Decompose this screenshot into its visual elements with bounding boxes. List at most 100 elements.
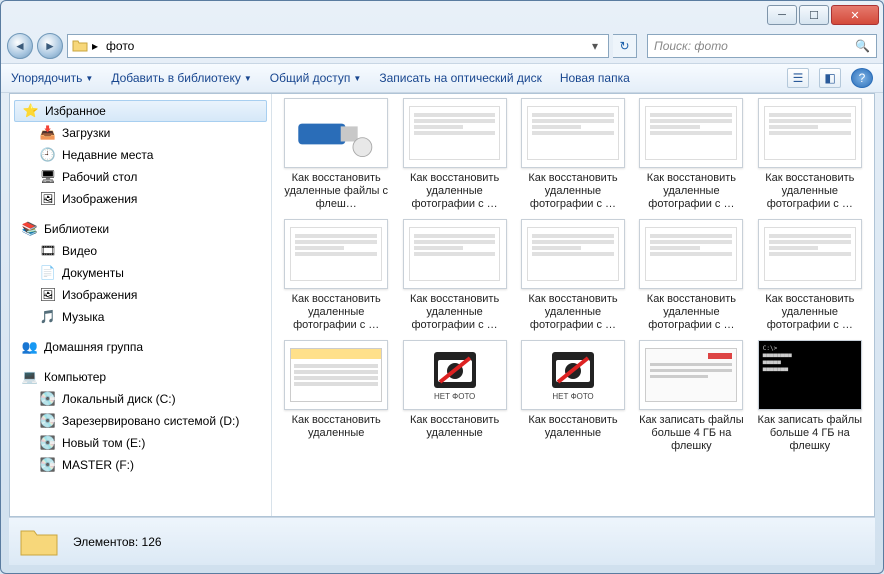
- file-thumbnail: C:\>■■■■■■■■■■■■■■■■■■■■: [758, 340, 862, 410]
- folder-icon: [19, 525, 59, 559]
- computer-icon: 💻: [22, 369, 38, 385]
- file-thumbnail: [403, 219, 507, 289]
- refresh-button[interactable]: ↻: [613, 34, 637, 58]
- file-label: Как записать файлы больше 4 ГБ на флешку: [754, 414, 866, 453]
- back-button[interactable]: ◄: [7, 33, 33, 59]
- status-bar: Элементов: 126: [9, 517, 875, 565]
- sidebar-item-music[interactable]: 🎵Музыка: [10, 306, 271, 328]
- breadcrumb-separator: ▸: [92, 39, 98, 53]
- new-folder-button[interactable]: Новая папка: [560, 71, 630, 85]
- file-thumbnail: [521, 219, 625, 289]
- status-text: Элементов: 126: [73, 535, 162, 549]
- sidebar-favorites[interactable]: ⭐ Избранное: [14, 100, 267, 122]
- file-label: Как восстановить удаленные: [399, 414, 511, 440]
- maximize-button[interactable]: ☐: [799, 5, 829, 25]
- file-item[interactable]: Как восстановить удаленные фотографии с …: [280, 219, 392, 332]
- view-icon: ☰: [793, 71, 804, 85]
- close-button[interactable]: ✕: [831, 5, 879, 25]
- file-label: Как восстановить удаленные: [517, 414, 629, 440]
- sidebar-item-drive-d[interactable]: 💽Зарезервировано системой (D:): [10, 410, 271, 432]
- file-thumbnail: [639, 219, 743, 289]
- file-list[interactable]: Как восстановить удаленные файлы с флеш……: [272, 94, 874, 516]
- file-label: Как восстановить удаленные фотографии с …: [635, 293, 747, 332]
- sidebar-homegroup[interactable]: 👥 Домашняя группа: [10, 336, 271, 358]
- help-button[interactable]: ?: [851, 68, 873, 88]
- file-item[interactable]: Как восстановить удаленные фотографии с …: [517, 219, 629, 332]
- file-thumbnail: [758, 98, 862, 168]
- file-label: Как восстановить удаленные файлы с флеш…: [280, 172, 392, 211]
- file-label: Как восстановить удаленные фотографии с …: [280, 293, 392, 332]
- sidebar-item-documents[interactable]: 📄Документы: [10, 262, 271, 284]
- sidebar-item-drive-f[interactable]: 💽MASTER (F:): [10, 454, 271, 476]
- file-item[interactable]: Как восстановить удаленные: [280, 340, 392, 453]
- file-item[interactable]: Как восстановить удаленные фотографии с …: [398, 98, 510, 211]
- search-placeholder: Поиск: фото: [654, 39, 728, 53]
- file-item[interactable]: Как восстановить удаленные фотографии с …: [754, 98, 866, 211]
- downloads-icon: 📥: [40, 125, 56, 141]
- pane-icon: ◧: [824, 71, 835, 85]
- help-icon: ?: [859, 71, 866, 85]
- libraries-group: 📚 Библиотеки 🎞Видео 📄Документы 🖼Изображе…: [10, 218, 271, 328]
- chevron-down-icon: ▼: [244, 74, 252, 83]
- file-item[interactable]: Как восстановить удаленные фотографии с …: [635, 98, 747, 211]
- file-label: Как восстановить удаленные фотографии с …: [635, 172, 747, 211]
- forward-button[interactable]: ►: [37, 33, 63, 59]
- breadcrumb[interactable]: фото: [102, 39, 138, 53]
- star-icon: ⭐: [23, 103, 39, 119]
- file-label: Как восстановить удаленные фотографии с …: [399, 293, 511, 332]
- view-options-button[interactable]: ☰: [787, 68, 809, 88]
- file-label: Как восстановить удаленные фотографии с …: [517, 293, 629, 332]
- video-icon: 🎞: [40, 243, 56, 259]
- file-label: Как восстановить удаленные фотографии с …: [399, 172, 511, 211]
- search-input[interactable]: Поиск: фото 🔍: [647, 34, 877, 58]
- file-thumbnail: [284, 98, 388, 168]
- file-item[interactable]: Как восстановить удаленные фотографии с …: [398, 219, 510, 332]
- music-icon: 🎵: [40, 309, 56, 325]
- libraries-icon: 📚: [22, 221, 38, 237]
- drive-icon: 💽: [40, 435, 56, 451]
- file-item[interactable]: Как восстановить удаленные фотографии с …: [517, 98, 629, 211]
- pictures-icon: 🖼: [40, 287, 56, 303]
- file-item[interactable]: НЕТ ФОТО Как восстановить удаленные: [517, 340, 629, 453]
- sidebar-item-videos[interactable]: 🎞Видео: [10, 240, 271, 262]
- file-label: Как восстановить удаленные: [280, 414, 392, 440]
- file-label: Как записать файлы больше 4 ГБ на флешку: [635, 414, 747, 453]
- preview-pane-button[interactable]: ◧: [819, 68, 841, 88]
- navigation-bar: ◄ ► ▸ фото ▾ ↻ Поиск: фото 🔍: [1, 29, 883, 63]
- sidebar-item-downloads[interactable]: 📥Загрузки: [10, 122, 271, 144]
- sidebar-item-recent[interactable]: 🕘Недавние места: [10, 144, 271, 166]
- drive-icon: 💽: [40, 457, 56, 473]
- homegroup-group: 👥 Домашняя группа: [10, 336, 271, 358]
- burn-button[interactable]: Записать на оптический диск: [379, 71, 542, 85]
- sidebar-item-drive-e[interactable]: 💽Новый том (E:): [10, 432, 271, 454]
- explorer-window: ─ ☐ ✕ ◄ ► ▸ фото ▾ ↻ Поиск: фото 🔍 Упоря…: [0, 0, 884, 574]
- file-item[interactable]: C:\>■■■■■■■■■■■■■■■■■■■■ Как записать фай…: [754, 340, 866, 453]
- sidebar-item-lib-pictures[interactable]: 🖼Изображения: [10, 284, 271, 306]
- file-item[interactable]: Как восстановить удаленные файлы с флеш…: [280, 98, 392, 211]
- address-bar[interactable]: ▸ фото ▾: [67, 34, 609, 58]
- toolbar: Упорядочить▼ Добавить в библиотеку▼ Общи…: [1, 63, 883, 93]
- sidebar-item-pictures[interactable]: 🖼Изображения: [10, 188, 271, 210]
- address-dropdown[interactable]: ▾: [586, 39, 604, 53]
- sidebar-item-drive-c[interactable]: 💽Локальный диск (C:): [10, 388, 271, 410]
- sidebar-computer[interactable]: 💻 Компьютер: [10, 366, 271, 388]
- file-thumbnail: [284, 340, 388, 410]
- file-thumbnail: НЕТ ФОТО: [403, 340, 507, 410]
- file-item[interactable]: Как восстановить удаленные фотографии с …: [635, 219, 747, 332]
- add-to-library-menu[interactable]: Добавить в библиотеку▼: [111, 71, 251, 85]
- minimize-button[interactable]: ─: [767, 5, 797, 25]
- file-thumbnail: НЕТ ФОТО: [521, 340, 625, 410]
- share-menu[interactable]: Общий доступ▼: [270, 71, 362, 85]
- navigation-pane[interactable]: ⭐ Избранное 📥Загрузки 🕘Недавние места 🖥Р…: [10, 94, 272, 516]
- refresh-icon: ↻: [619, 39, 629, 53]
- file-label: Как восстановить удаленные фотографии с …: [754, 172, 866, 211]
- organize-menu[interactable]: Упорядочить▼: [11, 71, 93, 85]
- file-item[interactable]: Как восстановить удаленные фотографии с …: [754, 219, 866, 332]
- arrow-right-icon: ►: [44, 39, 56, 53]
- file-item[interactable]: Как записать файлы больше 4 ГБ на флешку: [635, 340, 747, 453]
- sidebar-item-desktop[interactable]: 🖥Рабочий стол: [10, 166, 271, 188]
- recent-icon: 🕘: [40, 147, 56, 163]
- titlebar[interactable]: ─ ☐ ✕: [1, 1, 883, 29]
- sidebar-libraries[interactable]: 📚 Библиотеки: [10, 218, 271, 240]
- file-item[interactable]: НЕТ ФОТО Как восстановить удаленные: [398, 340, 510, 453]
